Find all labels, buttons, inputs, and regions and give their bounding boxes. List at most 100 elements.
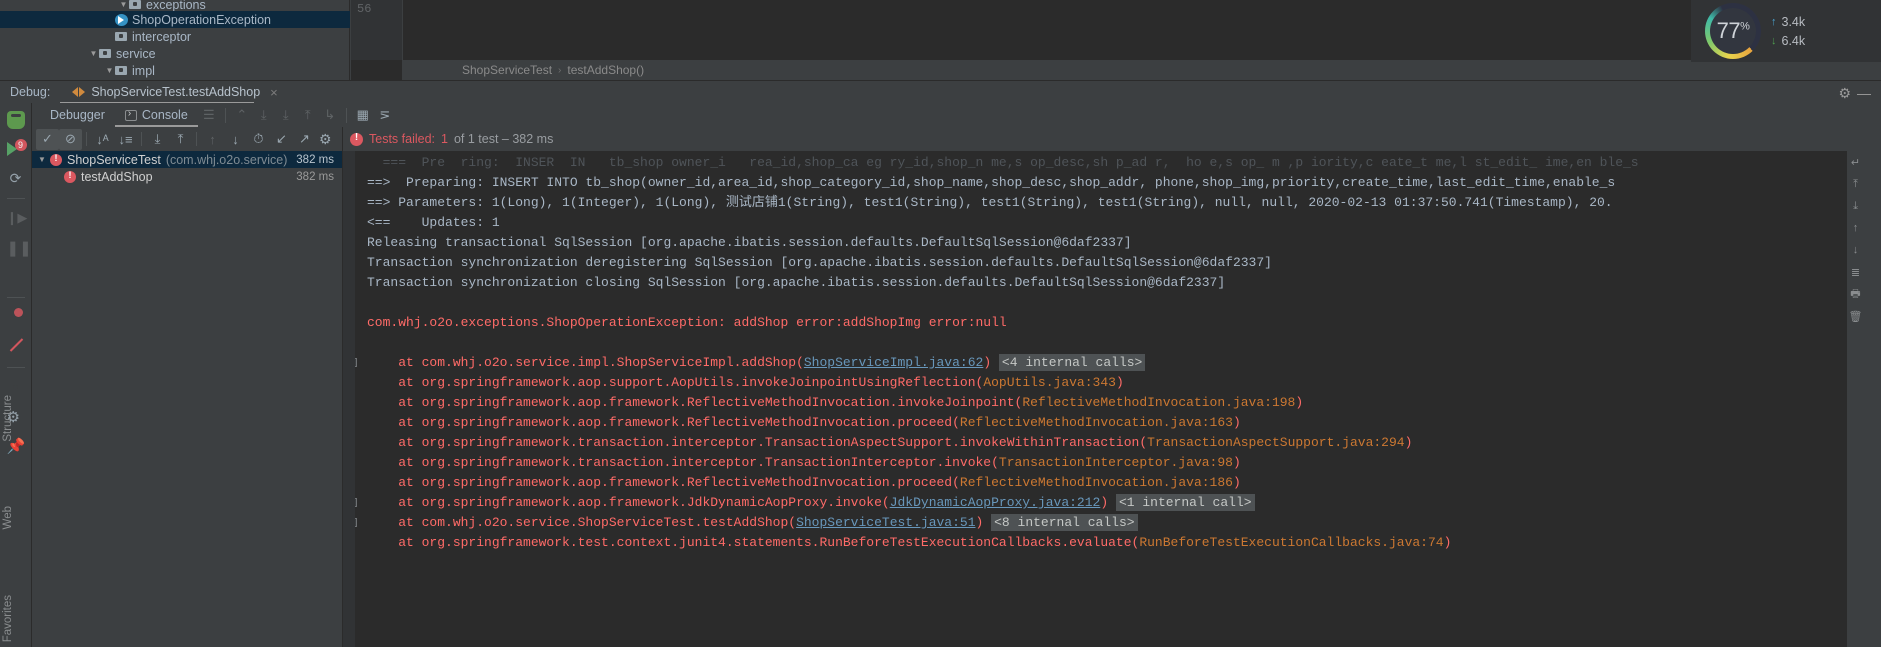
test-history-icon[interactable]: ⏱: [247, 129, 270, 150]
console-text-segment: at com.whj.o2o.service.ShopServiceTest.t…: [367, 515, 797, 530]
scroll-down-icon[interactable]: ⤓: [1847, 195, 1864, 217]
sort-alphabetically-button[interactable]: ↓ᴬ: [91, 129, 114, 150]
filter-icon[interactable]: ⋝: [374, 103, 396, 127]
list-icon[interactable]: ≣: [1847, 261, 1864, 283]
sidebar-item-structure[interactable]: Structure: [2, 395, 14, 442]
stacktrace-link[interactable]: ReflectiveMethodInvocation.java:198: [1022, 395, 1295, 410]
stacktrace-link[interactable]: ReflectiveMethodInvocation.java:186: [960, 475, 1233, 490]
import-tests-button[interactable]: ↙: [270, 129, 293, 150]
chevron-down-icon[interactable]: ▼: [104, 66, 115, 75]
console-line: ==> Preparing: INSERT INTO tb_shop(owner…: [355, 173, 1847, 193]
editor-code-area[interactable]: [402, 0, 1881, 60]
soft-wrap-toggle-icon[interactable]: ↳: [319, 103, 341, 127]
stacktrace-link[interactable]: ReflectiveMethodInvocation.java:163: [960, 415, 1233, 430]
fold-toggle-icon[interactable]: +: [355, 358, 357, 367]
gear-icon[interactable]: ⚙: [1838, 85, 1851, 102]
tab-debugger[interactable]: Debugger: [40, 103, 115, 127]
chevron-down-icon[interactable]: ▼: [38, 155, 50, 164]
fold-toggle-icon[interactable]: +: [355, 518, 357, 527]
breadcrumb-method[interactable]: testAddShop(): [567, 63, 644, 77]
stacktrace-link[interactable]: AopUtils.java:343: [983, 375, 1116, 390]
stop-icon[interactable]: [7, 268, 25, 286]
tab-console[interactable]: Console: [114, 103, 198, 127]
show-ignored-button[interactable]: ⊘: [59, 128, 82, 150]
tree-item-impl[interactable]: ▼ impl: [0, 62, 350, 79]
down-icon[interactable]: ↓: [1847, 239, 1864, 261]
resume-program-icon[interactable]: [6, 139, 27, 158]
prev-failed-button[interactable]: ↑: [201, 129, 224, 150]
stacktrace-link[interactable]: ShopServiceImpl.java:62: [804, 355, 983, 370]
show-passed-button[interactable]: ✓: [36, 128, 59, 150]
menu-icon[interactable]: ☰: [198, 103, 220, 127]
stacktrace-link[interactable]: ShopServiceTest.java:51: [796, 515, 975, 530]
test-settings-gear-icon[interactable]: ⚙: [319, 131, 332, 148]
breadcrumb-separator-icon: ›: [558, 64, 562, 76]
tree-item-shopoperationexception[interactable]: ShopOperationException: [0, 11, 350, 28]
mute-breakpoints-icon[interactable]: [7, 338, 25, 356]
print-icon[interactable]: 🖶: [1847, 283, 1864, 305]
console-right-toolbar: ↵ ⤒ ⤓ ↑ ↓ ≣ 🖶 🗑: [1847, 151, 1864, 647]
stacktrace-link[interactable]: JdkDynamicAopProxy.java:212: [890, 495, 1101, 510]
console-text-segment: ): [1443, 535, 1452, 550]
internal-calls-badge[interactable]: <1 internal call>: [1115, 494, 1255, 511]
close-icon[interactable]: ×: [270, 85, 278, 100]
internal-calls-badge[interactable]: <8 internal calls>: [991, 514, 1138, 531]
test-class-package: (com.whj.o2o.service): [165, 152, 288, 167]
debug-session-tab[interactable]: ShopServiceTest.testAddShop ×: [60, 81, 281, 104]
internal-calls-badge[interactable]: <4 internal calls>: [998, 354, 1146, 371]
test-tree-row-class[interactable]: ▼ ShopServiceTest (com.whj.o2o.service) …: [32, 151, 342, 168]
pause-icon[interactable]: ❚❚: [7, 239, 32, 257]
minimize-icon[interactable]: —: [1857, 85, 1871, 101]
view-breakpoints-icon[interactable]: [7, 309, 25, 327]
tree-item-service[interactable]: ▼ service: [0, 45, 350, 62]
wrap-text-icon[interactable]: ↵: [1847, 151, 1864, 173]
stacktrace-link[interactable]: TransactionInterceptor.java:98: [999, 455, 1233, 470]
next-failed-button[interactable]: ↓: [224, 129, 247, 150]
sort-by-duration-button[interactable]: ↓≡: [114, 129, 137, 150]
rerun-icon[interactable]: ⟳: [7, 169, 25, 187]
console-line: Transaction synchronization deregisterin…: [355, 253, 1847, 273]
console-output-pane[interactable]: === Pre ring: INSER IN tb_shop owner_i r…: [342, 151, 1864, 647]
stacktrace-link[interactable]: TransactionAspectSupport.java:294: [1147, 435, 1404, 450]
export-tests-button[interactable]: ↗: [293, 129, 316, 150]
trash-icon[interactable]: 🗑: [1847, 305, 1864, 327]
console-text-segment: ==> Preparing: INSERT INTO tb_shop(owner…: [367, 175, 1616, 190]
breadcrumb-class[interactable]: ShopServiceTest: [462, 63, 552, 77]
scroll-down-icon[interactable]: ⤓: [275, 103, 297, 127]
tree-item-interceptor[interactable]: interceptor: [0, 28, 350, 45]
console-line: + at com.whj.o2o.service.ShopServiceTest…: [355, 513, 1847, 533]
step-over-icon[interactable]: ❙▶: [7, 210, 28, 228]
tree-item-label: ShopOperationException: [132, 12, 271, 27]
console-text-segment: at org.springframework.test.context.juni…: [367, 535, 1140, 550]
stacktrace-link[interactable]: RunBeforeTestExecutionCallbacks.java:74: [1139, 535, 1443, 550]
scroll-to-end-icon[interactable]: ⤓: [253, 103, 275, 127]
console-line: com.whj.o2o.exceptions.ShopOperationExce…: [355, 313, 1847, 333]
console-line: at org.springframework.aop.framework.Ref…: [355, 413, 1847, 433]
chevron-down-icon[interactable]: ▼: [88, 49, 99, 58]
test-tree-row-method[interactable]: testAddShop 382 ms: [32, 168, 342, 185]
test-results-tree: ▼ ShopServiceTest (com.whj.o2o.service) …: [32, 151, 342, 647]
up-icon[interactable]: ↑: [1847, 217, 1864, 239]
soft-wrap-icon[interactable]: ⌃: [231, 103, 253, 127]
console-text-segment: === Pre ring: INSER IN tb_shop owner_i r…: [367, 155, 1639, 170]
breadcrumb: ShopServiceTest › testAddShop(): [402, 60, 1881, 80]
network-monitor-widget[interactable]: 77% ↑ 3.4k ↓ 6.4k: [1691, 0, 1881, 62]
sidebar-item-favorites[interactable]: Favorites: [2, 595, 14, 642]
debug-bug-icon[interactable]: [6, 111, 25, 129]
console-text-segment: at org.springframework.aop.support.AopUt…: [367, 375, 984, 390]
error-icon: [350, 132, 363, 146]
fold-toggle-icon[interactable]: +: [355, 498, 357, 507]
console-text-segment: ): [1295, 395, 1304, 410]
test-duration: 382 ms: [296, 153, 334, 166]
console-text-segment: at org.springframework.aop.framework.Ref…: [367, 475, 960, 490]
scroll-end-icon[interactable]: ⤒: [1847, 173, 1864, 195]
expand-all-button[interactable]: ⤓: [146, 129, 169, 150]
console-text[interactable]: === Pre ring: INSER IN tb_shop owner_i r…: [355, 151, 1847, 647]
scroll-up-icon[interactable]: ⤒: [297, 103, 319, 127]
sidebar-item-web[interactable]: Web: [2, 506, 14, 529]
chevron-down-icon[interactable]: ▼: [118, 0, 129, 9]
console-text-segment: ): [975, 515, 992, 530]
status-suffix: of 1 test – 382 ms: [453, 132, 554, 146]
collapse-all-button[interactable]: ⤒: [169, 129, 192, 150]
table-icon[interactable]: ▦: [352, 103, 374, 127]
